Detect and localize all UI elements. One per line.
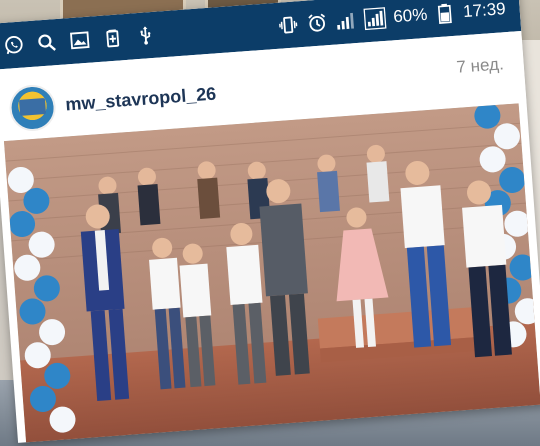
post-photo[interactable] bbox=[3, 103, 540, 443]
post-time: 7 нед. bbox=[455, 54, 505, 77]
phone-screen: 60% 17:39 mw_stavropol_26 7 нед. bbox=[0, 0, 540, 443]
username[interactable]: mw_stavropol_26 bbox=[65, 84, 217, 116]
vibrate-icon bbox=[277, 13, 301, 37]
group-photo-image bbox=[3, 103, 540, 443]
search-icon bbox=[35, 31, 59, 55]
whatsapp-icon bbox=[2, 33, 26, 57]
battery-saver-icon bbox=[101, 26, 125, 50]
photo-of-phone-screen: 60% 17:39 mw_stavropol_26 7 нед. bbox=[0, 0, 540, 446]
signal-icon bbox=[363, 7, 388, 31]
avatar[interactable] bbox=[7, 83, 58, 133]
gallery-icon bbox=[68, 29, 92, 53]
signal-icon bbox=[335, 9, 359, 33]
battery-icon bbox=[433, 2, 457, 26]
battery-percent: 60% bbox=[392, 4, 428, 27]
usb-icon bbox=[134, 24, 158, 48]
clock: 17:39 bbox=[462, 0, 507, 22]
alarm-icon bbox=[306, 11, 330, 35]
